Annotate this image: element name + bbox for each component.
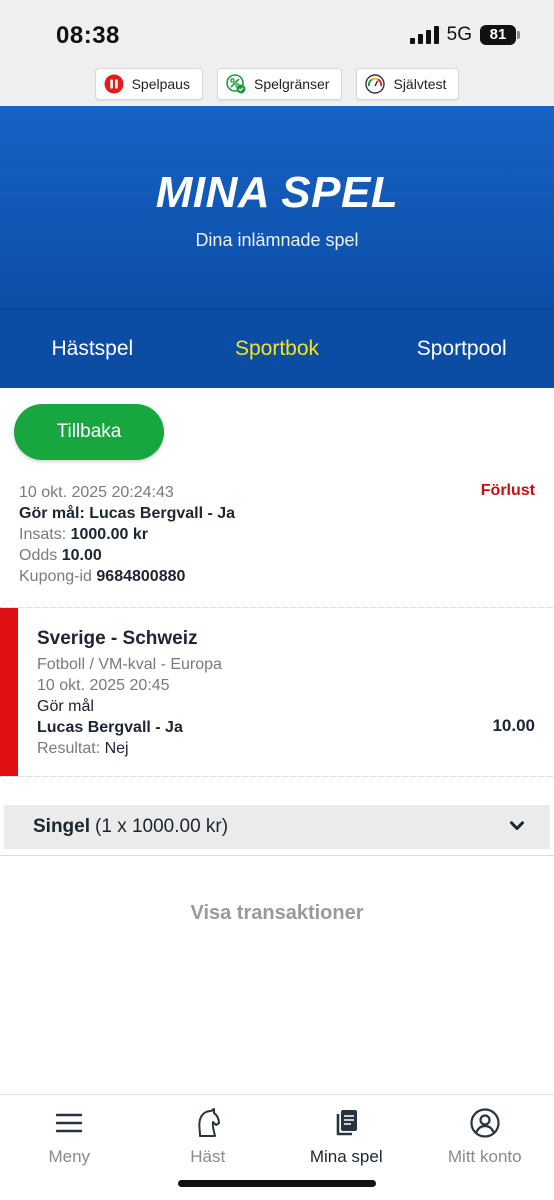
spelgranser-label: Spelgränser	[253, 76, 330, 92]
spelgranser-button[interactable]: Spelgränser	[216, 68, 343, 100]
stake-label: Insats:	[19, 526, 67, 543]
signal-icon	[409, 26, 439, 44]
nav-label: Mina spel	[309, 1147, 383, 1166]
hero-banner: MINA SPEL Dina inlämnade spel	[0, 106, 554, 308]
bet-type-detail: (1 x 1000.00 kr)	[95, 816, 229, 837]
bet-summary: 10 okt. 2025 20:24:43 Gör mål: Lucas Ber…	[19, 482, 535, 587]
event-league: Fotboll / VM-kval - Europa	[37, 656, 222, 673]
divider	[0, 855, 554, 856]
bet-type-row[interactable]: Singel (1 x 1000.00 kr)	[4, 805, 550, 849]
limits-icon	[226, 74, 246, 94]
status-time: 08:38	[56, 22, 120, 49]
divider	[0, 776, 554, 777]
event-card: Sverige - Schweiz Fotboll / VM-kval - Eu…	[0, 608, 554, 776]
sjalvtest-label: Självtest	[393, 76, 447, 92]
nav-label: Mitt konto	[447, 1147, 522, 1166]
event-details: Sverige - Schweiz Fotboll / VM-kval - Eu…	[37, 626, 222, 759]
chevron-down-icon	[510, 821, 524, 830]
battery-icon: 81	[480, 25, 520, 45]
event-title: Sverige - Schweiz	[37, 628, 198, 649]
tab-sportpool[interactable]: Sportpool	[369, 309, 554, 388]
odds-value: 10.00	[61, 547, 102, 564]
home-indicator[interactable]	[178, 1180, 376, 1187]
coupon-id: 9684800880	[96, 568, 186, 585]
coupons-icon	[336, 1110, 358, 1136]
bet-datetime: 10 okt. 2025 20:24:43	[19, 484, 174, 501]
nav-label: Häst	[190, 1147, 226, 1166]
loss-indicator-bar	[0, 608, 18, 776]
back-button[interactable]: Tillbaka	[14, 404, 164, 460]
tab-hastspel[interactable]: Hästspel	[0, 309, 185, 388]
bet-selection: Gör mål: Lucas Bergvall - Ja	[19, 505, 236, 522]
user-icon	[470, 1108, 500, 1138]
nav-label: Meny	[48, 1147, 91, 1166]
event-selection: Lucas Bergvall - Ja	[37, 719, 183, 736]
bet-type-label: Singel	[33, 816, 91, 837]
page-title: MINA SPEL	[155, 168, 399, 217]
horse-icon	[198, 1108, 220, 1137]
event-odds: 10.00	[492, 716, 535, 735]
sjalvtest-button[interactable]: Självtest	[356, 68, 460, 100]
result-label: Resultat:	[37, 740, 101, 757]
spelpaus-label: Spelpaus	[131, 76, 190, 92]
show-transactions-link[interactable]: Visa transaktioner	[0, 902, 554, 925]
spelpaus-button[interactable]: Spelpaus	[94, 68, 203, 100]
page-subtitle: Dina inlämnade spel	[195, 230, 359, 250]
menu-icon	[56, 1113, 83, 1133]
event-datetime: 10 okt. 2025 20:45	[37, 677, 170, 694]
bet-category-tabs: Hästspel Sportbok Sportpool	[0, 308, 554, 388]
status-bar: 08:38 5G 81	[0, 0, 554, 60]
nav-mitt-konto[interactable]: Mitt konto	[416, 1095, 554, 1200]
event-market: Gör mål	[37, 698, 94, 715]
pause-icon	[104, 74, 124, 94]
nav-meny[interactable]: Meny	[0, 1095, 139, 1200]
gauge-icon	[365, 74, 386, 94]
stake-value: 1000.00 kr	[70, 526, 148, 543]
odds-label: Odds	[19, 547, 58, 564]
network-type: 5G	[446, 24, 472, 45]
status-indicators: 5G 81	[409, 24, 520, 46]
result-value: Nej	[104, 740, 129, 757]
responsible-gaming-bar: Spelpaus Spelgränser Självtest	[0, 60, 554, 106]
coupon-label: Kupong-id	[19, 568, 92, 585]
tab-sportbok[interactable]: Sportbok	[185, 309, 370, 388]
